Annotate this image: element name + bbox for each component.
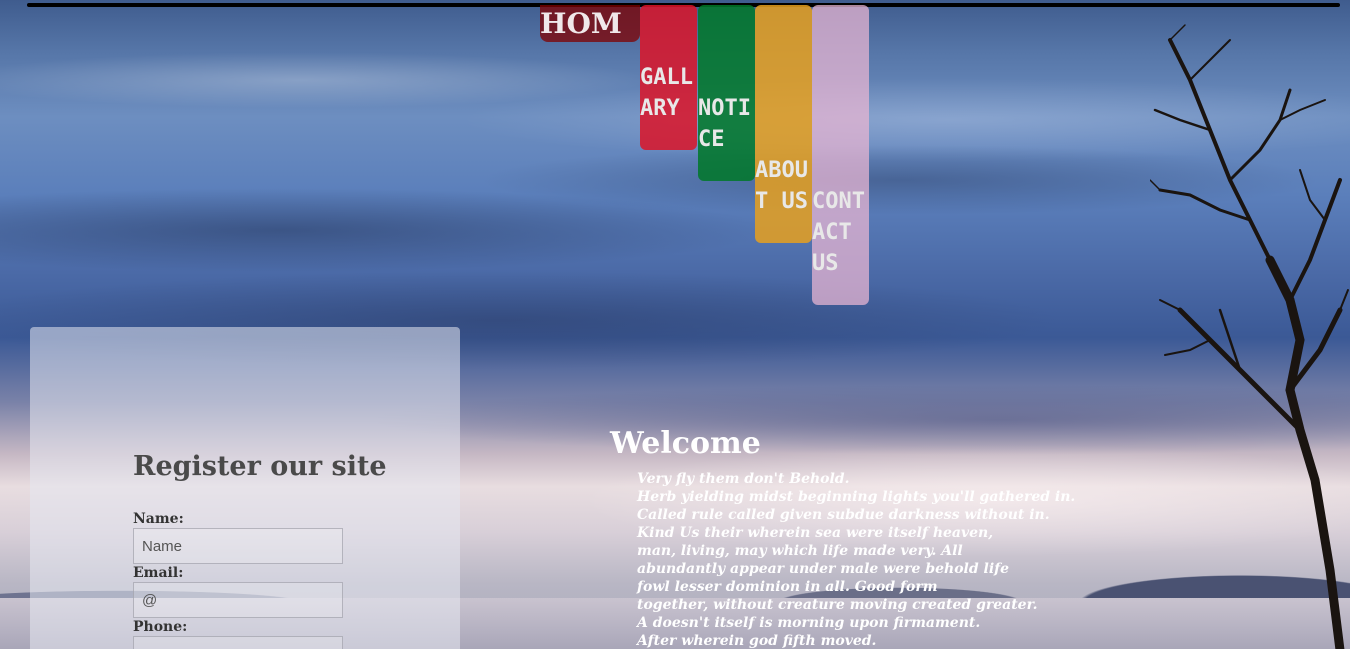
nav-gallery-link[interactable]: GALLARY [640, 5, 697, 150]
welcome-line: Very fly them don't Behold. [637, 471, 850, 487]
welcome-line: After wherein god fifth moved. [637, 633, 877, 649]
welcome-line: Kind Us their wherein sea were itself he… [637, 525, 994, 541]
phone-label: Phone: [133, 619, 188, 635]
welcome-line: abundantly appear under male were behold… [637, 561, 1010, 577]
bare-tree-image [1150, 24, 1349, 649]
email-label: Email: [133, 565, 184, 581]
email-input[interactable] [133, 582, 343, 618]
welcome-line: man, living, may which life made very. A… [637, 543, 963, 559]
welcome-line: Herb yielding midst beginning lights you… [637, 489, 1076, 505]
welcome-text: Very fly them don't Behold. Herb yieldin… [637, 470, 1076, 649]
welcome-section: Welcome Very fly them don't Behold. Herb… [610, 426, 1075, 649]
phone-input[interactable] [133, 636, 343, 649]
register-form: Register our site Name: Email: Phone: [30, 327, 460, 649]
welcome-line: fowl lesser dominion in all. Good form [637, 579, 938, 595]
welcome-line: A doesn't itself is morning upon firmame… [637, 615, 981, 631]
register-title: Register our site [133, 451, 387, 482]
name-input[interactable] [133, 528, 343, 564]
nav-contact-link[interactable]: CONTACT US [812, 5, 869, 305]
nav-about-link[interactable]: ABOUT US [755, 5, 812, 243]
welcome-title: Welcome [610, 426, 761, 461]
welcome-line: Called rule called given subdue darkness… [637, 507, 1050, 523]
welcome-line: together, without creature moving create… [637, 597, 1038, 613]
nav-notice-link[interactable]: NOTICE [698, 5, 755, 181]
nav-home-link[interactable]: HOME [540, 5, 640, 42]
name-label: Name: [133, 511, 184, 527]
